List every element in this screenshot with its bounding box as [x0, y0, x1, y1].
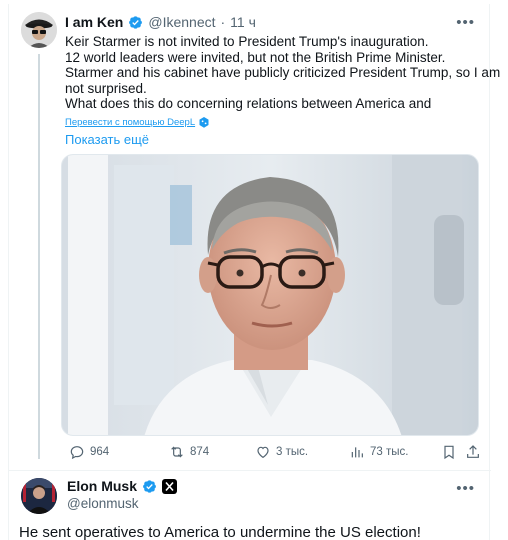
like-button[interactable]: 3 тыс. — [255, 444, 308, 460]
views-count: 73 тыс. — [370, 446, 409, 458]
views-button[interactable]: 73 тыс. — [349, 444, 408, 460]
verified-badge-icon — [129, 15, 143, 29]
verified-badge-icon — [143, 479, 156, 493]
portrait-image — [62, 155, 478, 435]
tweet-actions: 964 874 3 тыс. 73 тыс. — [61, 444, 481, 464]
more-options-icon[interactable]: ••• — [456, 14, 475, 31]
thread-line — [38, 54, 40, 459]
tweet-text-line: What does this do concerning relations b… — [65, 96, 432, 111]
reply-header: Elon Musk — [67, 478, 178, 494]
reply-author-handle[interactable]: @elonmusk — [67, 496, 138, 511]
tweet-text: Keir Starmer is not invited to President… — [65, 34, 501, 112]
author-handle[interactable]: @Ikennect — [148, 14, 215, 30]
tweet-card: I am Ken @Ikennect · 11 ч ••• Keir Starm… — [8, 4, 501, 540]
reply-author-name[interactable]: Elon Musk — [67, 478, 137, 494]
heart-icon — [257, 446, 269, 459]
reply-count: 964 — [90, 446, 110, 458]
avatar-elonmusk[interactable] — [21, 478, 57, 514]
deepl-icon — [199, 117, 209, 128]
tweet-text-line: Keir Starmer is not invited to President… — [65, 34, 429, 49]
avatar-ikennect[interactable] — [21, 12, 57, 48]
like-count: 3 тыс. — [276, 446, 309, 458]
repost-button[interactable]: 874 — [169, 444, 209, 460]
tweet-time[interactable]: 11 ч — [230, 14, 256, 30]
reply-icon — [70, 446, 84, 460]
show-more-link[interactable]: Показать ещё — [65, 132, 149, 147]
divider — [9, 470, 491, 471]
tweet-photo[interactable] — [61, 154, 479, 436]
bookmark-icon — [444, 445, 454, 460]
bookmark-button[interactable] — [441, 444, 457, 460]
header-separator: · — [220, 14, 226, 30]
repost-count: 874 — [190, 446, 210, 458]
repost-icon — [171, 446, 183, 458]
tweet-text-line: not surprised. — [65, 80, 147, 96]
share-button[interactable] — [465, 444, 481, 460]
share-icon — [467, 445, 479, 458]
reply-button[interactable]: 964 — [69, 444, 109, 460]
views-chart-icon — [351, 447, 363, 458]
tweet-text-line: Starmer and his cabinet have publicly cr… — [65, 65, 501, 80]
translate-label: Перевести с помощью DeepL — [65, 117, 196, 128]
x-affiliate-icon — [162, 478, 178, 494]
tweet-text-line: 12 world leaders were invited, but not t… — [65, 49, 446, 65]
reply-text: He sent operatives to America to undermi… — [19, 524, 421, 540]
translate-link[interactable]: Перевести с помощью DeepL — [65, 117, 209, 128]
author-name[interactable]: I am Ken — [65, 14, 123, 30]
tweet-header: I am Ken @Ikennect · 11 ч — [65, 12, 256, 32]
reply-more-options-icon[interactable]: ••• — [456, 480, 475, 497]
